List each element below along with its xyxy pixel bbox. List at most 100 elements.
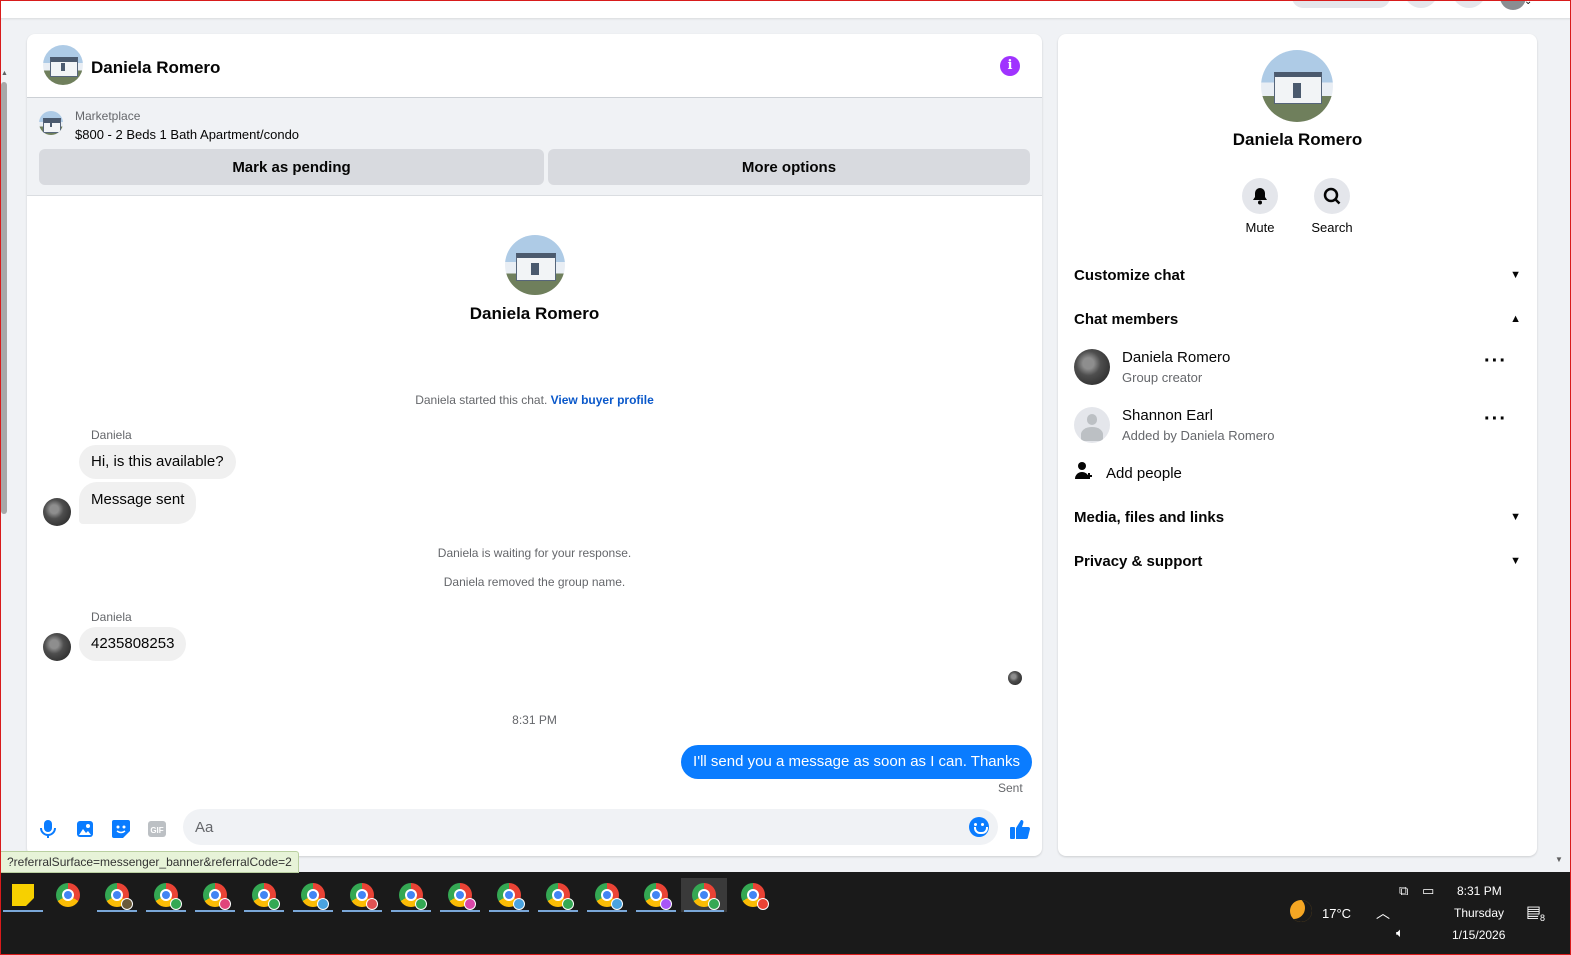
sent-status: Sent: [998, 781, 1023, 795]
view-buyer-profile-link[interactable]: View buyer profile: [551, 393, 654, 407]
chat-members-section[interactable]: Chat members ▲: [1074, 302, 1521, 336]
search-label: Search: [1311, 220, 1353, 235]
member-name: Daniela Romero: [1122, 349, 1231, 366]
chrome-icon: [154, 883, 182, 910]
chrome-window-button[interactable]: [437, 878, 483, 912]
info-icon[interactable]: i: [1000, 56, 1020, 76]
chrome-window-button[interactable]: [241, 878, 287, 912]
privacy-support-section[interactable]: Privacy & support ▼: [1074, 544, 1521, 578]
left-scrollbar[interactable]: ▲: [0, 70, 8, 520]
group-name-removed-notice: Daniela removed the group name.: [443, 575, 626, 589]
profile-badge-icon: [219, 898, 231, 910]
contact-avatar[interactable]: [43, 45, 83, 85]
read-receipt-avatar: [1008, 671, 1022, 685]
clock-day[interactable]: Thursday: [1454, 906, 1504, 920]
sender-avatar[interactable]: [43, 633, 71, 661]
member-row[interactable]: Shannon Earl Added by Daniela Romero ···: [1074, 405, 1521, 449]
scrollbar-thumb[interactable]: [1, 82, 7, 514]
search-button[interactable]: Search: [1302, 178, 1362, 235]
chat-header: Daniela Romero i: [27, 34, 1042, 98]
clock-date[interactable]: 1/15/2026: [1452, 928, 1505, 942]
incoming-message[interactable]: Hi, is this available?: [79, 445, 236, 479]
top-pill-button[interactable]: [1292, 0, 1390, 8]
sender-avatar[interactable]: [43, 498, 71, 526]
network-icon[interactable]: ▭: [1422, 883, 1434, 899]
scroll-up-arrow-icon[interactable]: ▲: [1, 70, 8, 77]
chrome-icon: [644, 883, 672, 910]
more-options-button[interactable]: More options: [548, 149, 1030, 185]
waiting-notice: Daniela is waiting for your response.: [437, 546, 632, 560]
sticky-notes-icon: [12, 884, 34, 906]
profile-badge-icon: [415, 898, 427, 910]
chrome-icon: [203, 883, 231, 910]
volume-icon[interactable]: 🔈︎: [1396, 925, 1404, 941]
chrome-window-button[interactable]: [486, 878, 532, 912]
chrome-window-button[interactable]: [681, 878, 727, 912]
sidebar-avatar[interactable]: [1261, 50, 1333, 122]
message-input[interactable]: [183, 809, 998, 845]
listing-title[interactable]: $800 - 2 Beds 1 Bath Apartment/condo: [75, 127, 299, 142]
chat-panel: Daniela Romero i Marketplace $800 - 2 Be…: [27, 34, 1042, 856]
sticker-icon[interactable]: [110, 818, 132, 840]
thumbs-up-icon[interactable]: [1009, 818, 1031, 840]
customize-chat-section[interactable]: Customize chat ▼: [1074, 258, 1521, 292]
chrome-window-button[interactable]: [290, 878, 336, 912]
incoming-message[interactable]: Message sent: [79, 482, 197, 524]
chrome-window-button[interactable]: [730, 878, 776, 912]
sender-name: Daniela: [91, 428, 132, 442]
weather-moon-icon[interactable]: [1290, 900, 1312, 922]
search-icon[interactable]: [1314, 178, 1350, 214]
listing-thumbnail[interactable]: [39, 111, 63, 135]
customize-chat-label: Customize chat: [1074, 266, 1185, 284]
mute-button[interactable]: Mute: [1230, 178, 1290, 235]
chrome-icon: [448, 883, 476, 910]
chrome-window-button[interactable]: [339, 878, 385, 912]
scroll-down-arrow-icon[interactable]: ▼: [1555, 855, 1563, 864]
sticky-notes-app[interactable]: [0, 878, 46, 912]
chrome-window-button[interactable]: [94, 878, 140, 912]
member-avatar[interactable]: [1074, 407, 1110, 443]
media-files-links-section[interactable]: Media, files and links ▼: [1074, 500, 1521, 534]
svg-text:GIF: GIF: [150, 826, 163, 835]
chrome-window-button[interactable]: [143, 878, 189, 912]
profile-badge-icon: [757, 898, 769, 910]
chevron-down-icon[interactable]: ⌄: [1524, 0, 1532, 7]
top-menu-button[interactable]: [1404, 0, 1438, 8]
temperature[interactable]: 17°C: [1322, 906, 1351, 921]
mute-label: Mute: [1245, 220, 1275, 235]
conversation-profile-avatar[interactable]: [505, 235, 565, 295]
chrome-window-button[interactable]: [633, 878, 679, 912]
add-people-label: Add people: [1106, 464, 1182, 482]
chrome-window-button[interactable]: [45, 878, 91, 912]
sender-name: Daniela: [91, 610, 132, 624]
top-profile-avatar[interactable]: [1500, 0, 1526, 10]
more-options-icon[interactable]: ···: [1484, 351, 1507, 371]
outgoing-message[interactable]: I'll send you a message as soon as I can…: [681, 745, 1032, 779]
emoji-icon[interactable]: [969, 817, 989, 837]
marketplace-label: Marketplace: [75, 109, 141, 123]
member-role: Group creator: [1122, 370, 1203, 385]
chrome-icon: [350, 883, 378, 910]
contact-name[interactable]: Daniela Romero: [91, 58, 220, 78]
more-options-icon[interactable]: ···: [1484, 409, 1507, 429]
member-avatar[interactable]: [1074, 349, 1110, 385]
photo-icon[interactable]: [74, 818, 96, 840]
chevron-down-icon: ▼: [1510, 269, 1521, 281]
microphone-icon[interactable]: [37, 818, 59, 840]
member-row[interactable]: Daniela Romero Group creator ···: [1074, 347, 1521, 391]
bell-icon[interactable]: [1242, 178, 1278, 214]
top-notifications-button[interactable]: [1452, 0, 1486, 8]
chrome-window-button[interactable]: [535, 878, 581, 912]
gif-icon[interactable]: GIF: [146, 818, 168, 840]
incoming-message[interactable]: 4235808253: [79, 627, 187, 661]
add-people-button[interactable]: Add people: [1074, 460, 1182, 486]
chrome-window-button[interactable]: [584, 878, 630, 912]
meet-now-icon[interactable]: ⧉: [1399, 883, 1408, 899]
chrome-window-button[interactable]: [192, 878, 238, 912]
member-role: Added by Daniela Romero: [1122, 428, 1275, 443]
chrome-icon: [692, 883, 720, 910]
show-hidden-icons-icon[interactable]: ︿: [1376, 903, 1390, 923]
mark-as-pending-button[interactable]: Mark as pending: [39, 149, 544, 185]
chrome-window-button[interactable]: [388, 878, 434, 912]
clock-time[interactable]: 8:31 PM: [1457, 884, 1502, 898]
